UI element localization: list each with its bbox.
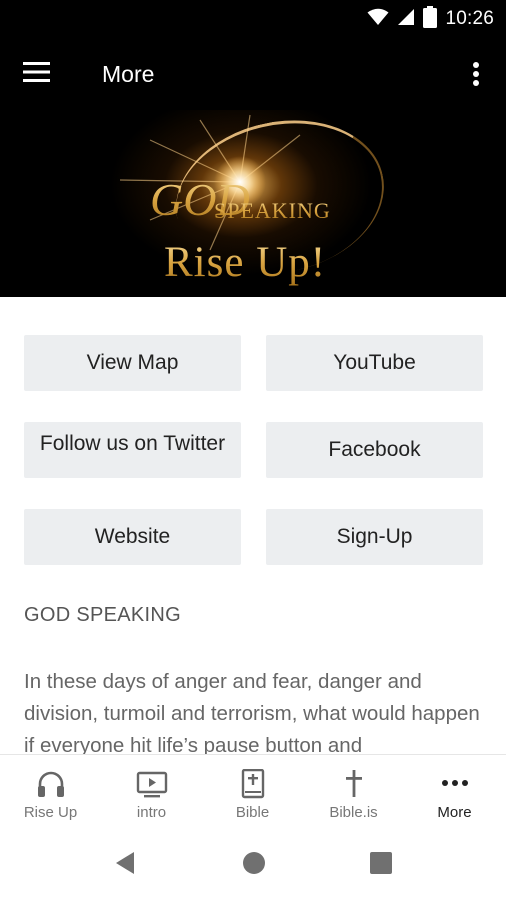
website-button[interactable]: Website	[24, 509, 241, 565]
cross-icon	[338, 769, 370, 799]
page-title: More	[102, 61, 155, 87]
home-icon[interactable]	[240, 850, 268, 876]
logo-image: GOD SPEAKING Rise Up!	[119, 114, 331, 286]
sign-up-button[interactable]: Sign-Up	[266, 509, 483, 565]
battery-icon	[423, 5, 438, 33]
nav-label-intro: intro	[136, 804, 167, 821]
bottom-navigation: Rise Up intro Bible Bible.is More	[0, 754, 506, 824]
banner-logo: GOD SPEAKING Rise Up!	[0, 110, 506, 297]
headphones-icon	[35, 769, 67, 799]
nav-item-intro[interactable]: intro	[101, 755, 202, 825]
status-time: 10:26	[445, 8, 494, 29]
section-body-text: In these days of anger and fear, danger …	[24, 670, 480, 754]
wifi-icon	[367, 8, 389, 31]
status-icons: 10:26	[367, 5, 494, 33]
view-map-button[interactable]: View Map	[24, 335, 241, 391]
system-navigation-bar	[0, 824, 506, 900]
recents-icon[interactable]	[367, 850, 395, 876]
youtube-button[interactable]: YouTube	[266, 335, 483, 391]
twitter-button[interactable]: Follow us on Twitter	[24, 422, 241, 478]
nav-label-rise-up: Rise Up	[23, 804, 78, 821]
facebook-button[interactable]: Facebook	[266, 422, 483, 478]
header-area: 10:26 More GOD SPEAKING Rise Up!	[0, 0, 506, 297]
more-vert-icon[interactable]	[466, 60, 486, 90]
nav-label-more: More	[437, 804, 472, 821]
hamburger-menu-icon[interactable]	[22, 60, 56, 88]
more-horiz-icon	[439, 769, 471, 799]
bible-book-icon	[237, 768, 269, 799]
back-icon[interactable]	[112, 850, 140, 876]
nav-item-more[interactable]: More	[404, 755, 505, 825]
cell-signal-icon	[397, 8, 415, 31]
logo-text-rise-up: Rise Up!	[164, 239, 326, 286]
section-title: GOD SPEAKING	[24, 604, 181, 626]
nav-label-bible-is: Bible.is	[329, 804, 378, 821]
logo-text-speaking: SPEAKING	[214, 198, 331, 223]
nav-item-bible-is[interactable]: Bible.is	[303, 755, 404, 825]
nav-item-bible[interactable]: Bible	[202, 755, 303, 825]
status-bar: 10:26	[0, 0, 506, 38]
tv-play-icon	[136, 769, 168, 799]
nav-item-rise-up[interactable]: Rise Up	[0, 755, 101, 825]
nav-label-bible: Bible	[235, 804, 270, 821]
app-bar: More	[0, 38, 506, 110]
